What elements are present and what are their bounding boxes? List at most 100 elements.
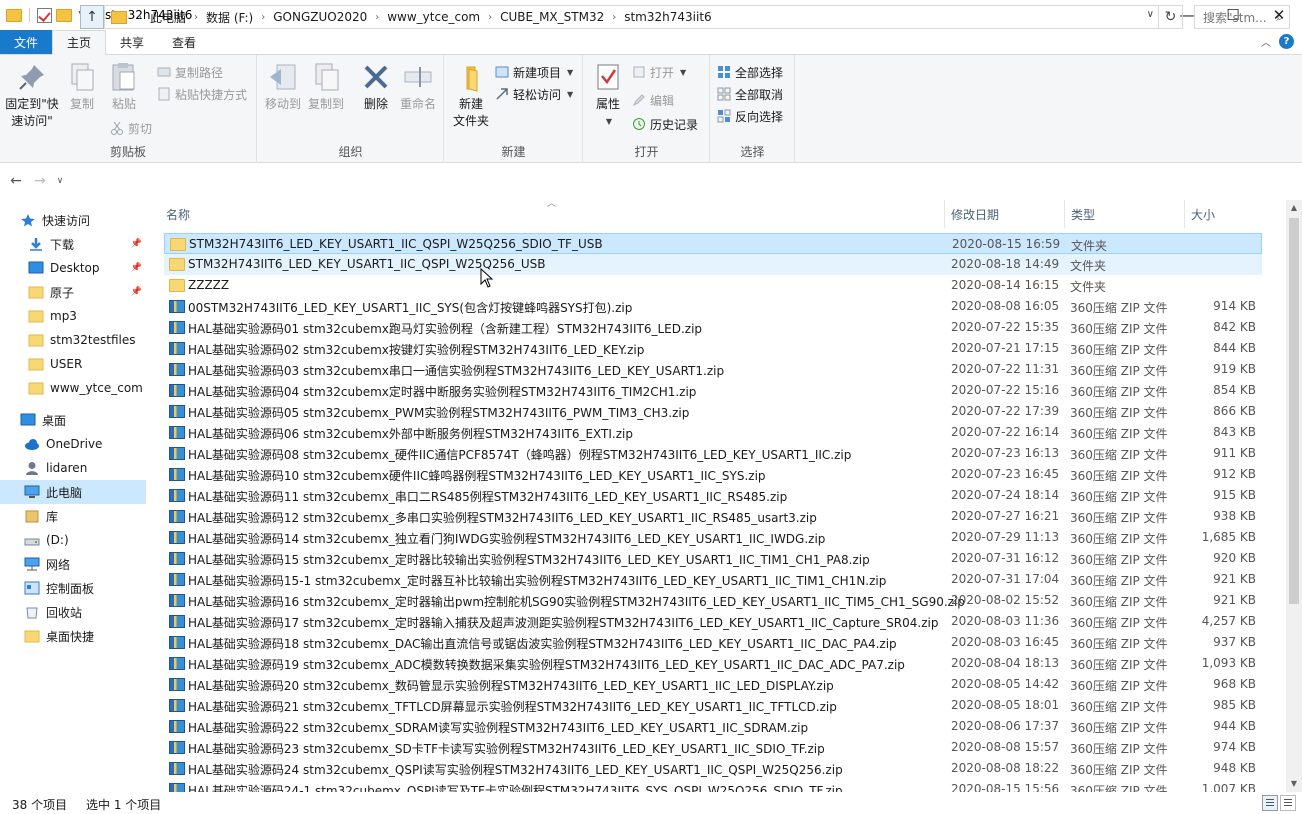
invert-selection-button[interactable]: 反向选择 xyxy=(717,106,783,126)
select-none-button[interactable]: 全部取消 xyxy=(717,84,783,104)
tab-share[interactable]: 共享 xyxy=(106,30,158,54)
table-row[interactable]: HAL基础实验源码24 stm32cubemx_QSPI读写实验例程STM32H… xyxy=(164,758,1262,779)
nav-item[interactable]: mp3 xyxy=(0,304,146,328)
nav-item[interactable]: 桌面快捷 xyxy=(0,624,146,648)
column-header-type[interactable]: 类型 xyxy=(1065,200,1185,228)
breadcrumb-gongzuo2020[interactable]: GONGZUO2020 xyxy=(268,10,372,24)
properties-button[interactable]: 属性 ▼ xyxy=(590,61,626,130)
nav-item[interactable]: 快速访问 xyxy=(0,208,146,232)
history-button[interactable]: 历史记录 xyxy=(632,114,698,134)
details-view-icon[interactable] xyxy=(1262,795,1278,811)
table-row[interactable]: HAL基础实验源码08 stm32cubemx_硬件IIC通信PCF8574T（… xyxy=(164,443,1262,464)
tab-view[interactable]: 查看 xyxy=(158,30,210,54)
collapse-ribbon-chevron-icon[interactable]: ︿ xyxy=(1261,34,1271,49)
copy-to-button[interactable]: 复制到 xyxy=(306,61,346,113)
forward-arrow-icon[interactable]: → xyxy=(28,173,52,189)
nav-item[interactable]: Desktop 📌 xyxy=(0,256,146,280)
table-row[interactable]: HAL基础实验源码02 stm32cubemx按键灯实验例程STM32H743I… xyxy=(164,338,1262,359)
table-row[interactable]: HAL基础实验源码12 stm32cubemx_多串口实验例程STM32H743… xyxy=(164,506,1262,527)
rename-button[interactable]: 重命名 xyxy=(398,61,438,113)
nav-item[interactable]: www_ytce_com xyxy=(0,376,146,400)
address-bar[interactable]: › 此电脑 › 数据 (F:) › GONGZUO2020 › www_ytce… xyxy=(104,5,1159,29)
nav-item[interactable]: lidaren xyxy=(0,456,146,480)
nav-item[interactable]: OneDrive xyxy=(0,432,146,456)
breadcrumb-separator[interactable]: › xyxy=(191,12,201,23)
address-dropdown-chevron-icon[interactable]: ∨ xyxy=(1147,9,1154,20)
scroll-up-arrow-icon[interactable]: ▲ xyxy=(1286,200,1302,216)
delete-button[interactable]: 删除 xyxy=(358,61,394,113)
breadcrumb-separator[interactable]: › xyxy=(609,12,619,23)
breadcrumb-separator[interactable]: › xyxy=(135,12,145,23)
breadcrumb-cube-mx-stm32[interactable]: CUBE_MX_STM32 xyxy=(495,10,609,24)
table-row[interactable]: HAL基础实验源码23 stm32cubemx_SD卡TF卡读写实验例程STM3… xyxy=(164,737,1262,758)
new-item-button[interactable]: 新建项目 ▼ xyxy=(495,62,573,82)
breadcrumb-this-pc[interactable]: 此电脑 xyxy=(145,9,191,26)
tab-home[interactable]: 主页 xyxy=(52,30,107,55)
nav-item[interactable]: 控制面板 xyxy=(0,576,146,600)
back-arrow-icon[interactable]: ← xyxy=(4,173,28,189)
up-arrow-icon[interactable]: ↑ xyxy=(80,5,104,29)
breadcrumb-separator[interactable]: › xyxy=(485,12,495,23)
nav-item[interactable]: stm32testfiles xyxy=(0,328,146,352)
breadcrumb-separator[interactable]: › xyxy=(258,12,268,23)
paste-button[interactable]: 粘贴 xyxy=(106,61,142,113)
breadcrumb-drive-f[interactable]: 数据 (F:) xyxy=(201,9,258,26)
select-all-button[interactable]: 全部选择 xyxy=(717,62,783,82)
nav-item[interactable]: (D:) xyxy=(0,528,146,552)
nav-item[interactable]: 原子 📌 xyxy=(0,280,146,304)
open-button[interactable]: 打开 ▼ xyxy=(632,62,686,82)
copy-path-button[interactable]: 复制路径 xyxy=(157,62,223,82)
nav-item[interactable]: 此电脑 xyxy=(0,480,146,504)
nav-item[interactable]: 下载 📌 xyxy=(0,232,146,256)
scrollbar-thumb[interactable] xyxy=(1289,218,1299,604)
table-row[interactable]: HAL基础实验源码21 stm32cubemx_TFTLCD屏幕显示实验例程ST… xyxy=(164,695,1262,716)
tab-file[interactable]: 文件 xyxy=(0,30,52,54)
help-icon[interactable]: ? xyxy=(1279,34,1294,49)
move-to-button[interactable]: 移动到 xyxy=(263,61,303,113)
copy-button[interactable]: 复制 xyxy=(64,61,100,113)
table-row[interactable]: HAL基础实验源码20 stm32cubemx_数码管显示实验例程STM32H7… xyxy=(164,674,1262,695)
column-header-size[interactable]: 大小 xyxy=(1185,200,1265,228)
breadcrumb-separator[interactable]: › xyxy=(372,12,382,23)
nav-item[interactable]: 网络 xyxy=(0,552,146,576)
breadcrumb-current-folder[interactable]: stm32h743iit6 xyxy=(619,10,716,24)
table-row[interactable]: HAL基础实验源码16 stm32cubemx_定时器输出pwm控制舵机SG90… xyxy=(164,590,1262,611)
recent-locations-chevron-icon[interactable]: ∨ xyxy=(52,176,68,186)
table-row[interactable]: 00STM32H743IIT6_LED_KEY_USART1_IIC_SYS(包… xyxy=(164,296,1262,317)
edit-button[interactable]: 编辑 xyxy=(632,90,674,110)
table-row[interactable]: STM32H743IIT6_LED_KEY_USART1_IIC_QSPI_W2… xyxy=(164,233,1262,254)
search-input[interactable]: 搜索"stm... ⌕ xyxy=(1194,5,1290,29)
table-row[interactable]: HAL基础实验源码03 stm32cubemx串口一通信实验例程STM32H74… xyxy=(164,359,1262,380)
properties-check-icon[interactable] xyxy=(37,7,52,23)
new-folder-button[interactable]: 新建 文件夹 xyxy=(449,61,493,130)
table-row[interactable]: HAL基础实验源码15-1 stm32cubemx_定时器互补比较输出实验例程S… xyxy=(164,569,1262,590)
nav-item[interactable]: USER xyxy=(0,352,146,376)
table-row[interactable]: HAL基础实验源码10 stm32cubemx硬件IIC蜂鸣器例程STM32H7… xyxy=(164,464,1262,485)
table-row[interactable]: HAL基础实验源码19 stm32cubemx_ADC模数转换数据采集实验例程S… xyxy=(164,653,1262,674)
cut-button[interactable]: 剪切 xyxy=(110,118,152,138)
nav-item[interactable]: 库 xyxy=(0,504,146,528)
nav-item[interactable]: 桌面 xyxy=(0,408,146,432)
column-header-date[interactable]: 修改日期 xyxy=(945,200,1065,228)
table-row[interactable]: HAL基础实验源码24-1 stm32cubemx_QSPI读写及TF卡实验例程… xyxy=(164,779,1262,792)
paste-shortcut-button[interactable]: 粘贴快捷方式 xyxy=(157,84,247,104)
table-row[interactable]: HAL基础实验源码06 stm32cubemx外部中断服务例程STM32H743… xyxy=(164,422,1262,443)
easy-access-button[interactable]: 轻松访问 ▼ xyxy=(495,84,573,104)
table-row[interactable]: HAL基础实验源码18 stm32cubemx_DAC输出直流信号或锯齿波实验例… xyxy=(164,632,1262,653)
new-folder-icon[interactable] xyxy=(56,8,72,22)
vertical-scrollbar[interactable]: ▲ ▼ xyxy=(1286,200,1302,792)
breadcrumb-www-ytce-com[interactable]: www_ytce_com xyxy=(382,10,485,24)
table-row[interactable]: HAL基础实验源码05 stm32cubemx_PWM实验例程STM32H743… xyxy=(164,401,1262,422)
table-row[interactable]: HAL基础实验源码15 stm32cubemx_定时器比较输出实验例程STM32… xyxy=(164,548,1262,569)
table-row[interactable]: HAL基础实验源码04 stm32cubemx定时器中断服务实验例程STM32H… xyxy=(164,380,1262,401)
nav-item[interactable]: 回收站 xyxy=(0,600,146,624)
large-icons-view-icon[interactable] xyxy=(1280,795,1296,811)
table-row[interactable]: HAL基础实验源码17 stm32cubemx_定时器输入捕获及超声波测距实验例… xyxy=(164,611,1262,632)
refresh-icon[interactable]: ↻ xyxy=(1159,5,1183,29)
pin-to-quick-access-button[interactable]: 固定到"快 速访问" xyxy=(4,61,60,130)
table-row[interactable]: HAL基础实验源码14 stm32cubemx_独立看门狗IWDG实验例程STM… xyxy=(164,527,1262,548)
table-row[interactable]: STM32H743IIT6_LED_KEY_USART1_IIC_QSPI_W2… xyxy=(164,254,1262,275)
table-row[interactable]: HAL基础实验源码22 stm32cubemx_SDRAM读写实验例程STM32… xyxy=(164,716,1262,737)
scroll-down-arrow-icon[interactable]: ▼ xyxy=(1286,776,1302,792)
table-row[interactable]: HAL基础实验源码11 stm32cubemx_串口二RS485例程STM32H… xyxy=(164,485,1262,506)
